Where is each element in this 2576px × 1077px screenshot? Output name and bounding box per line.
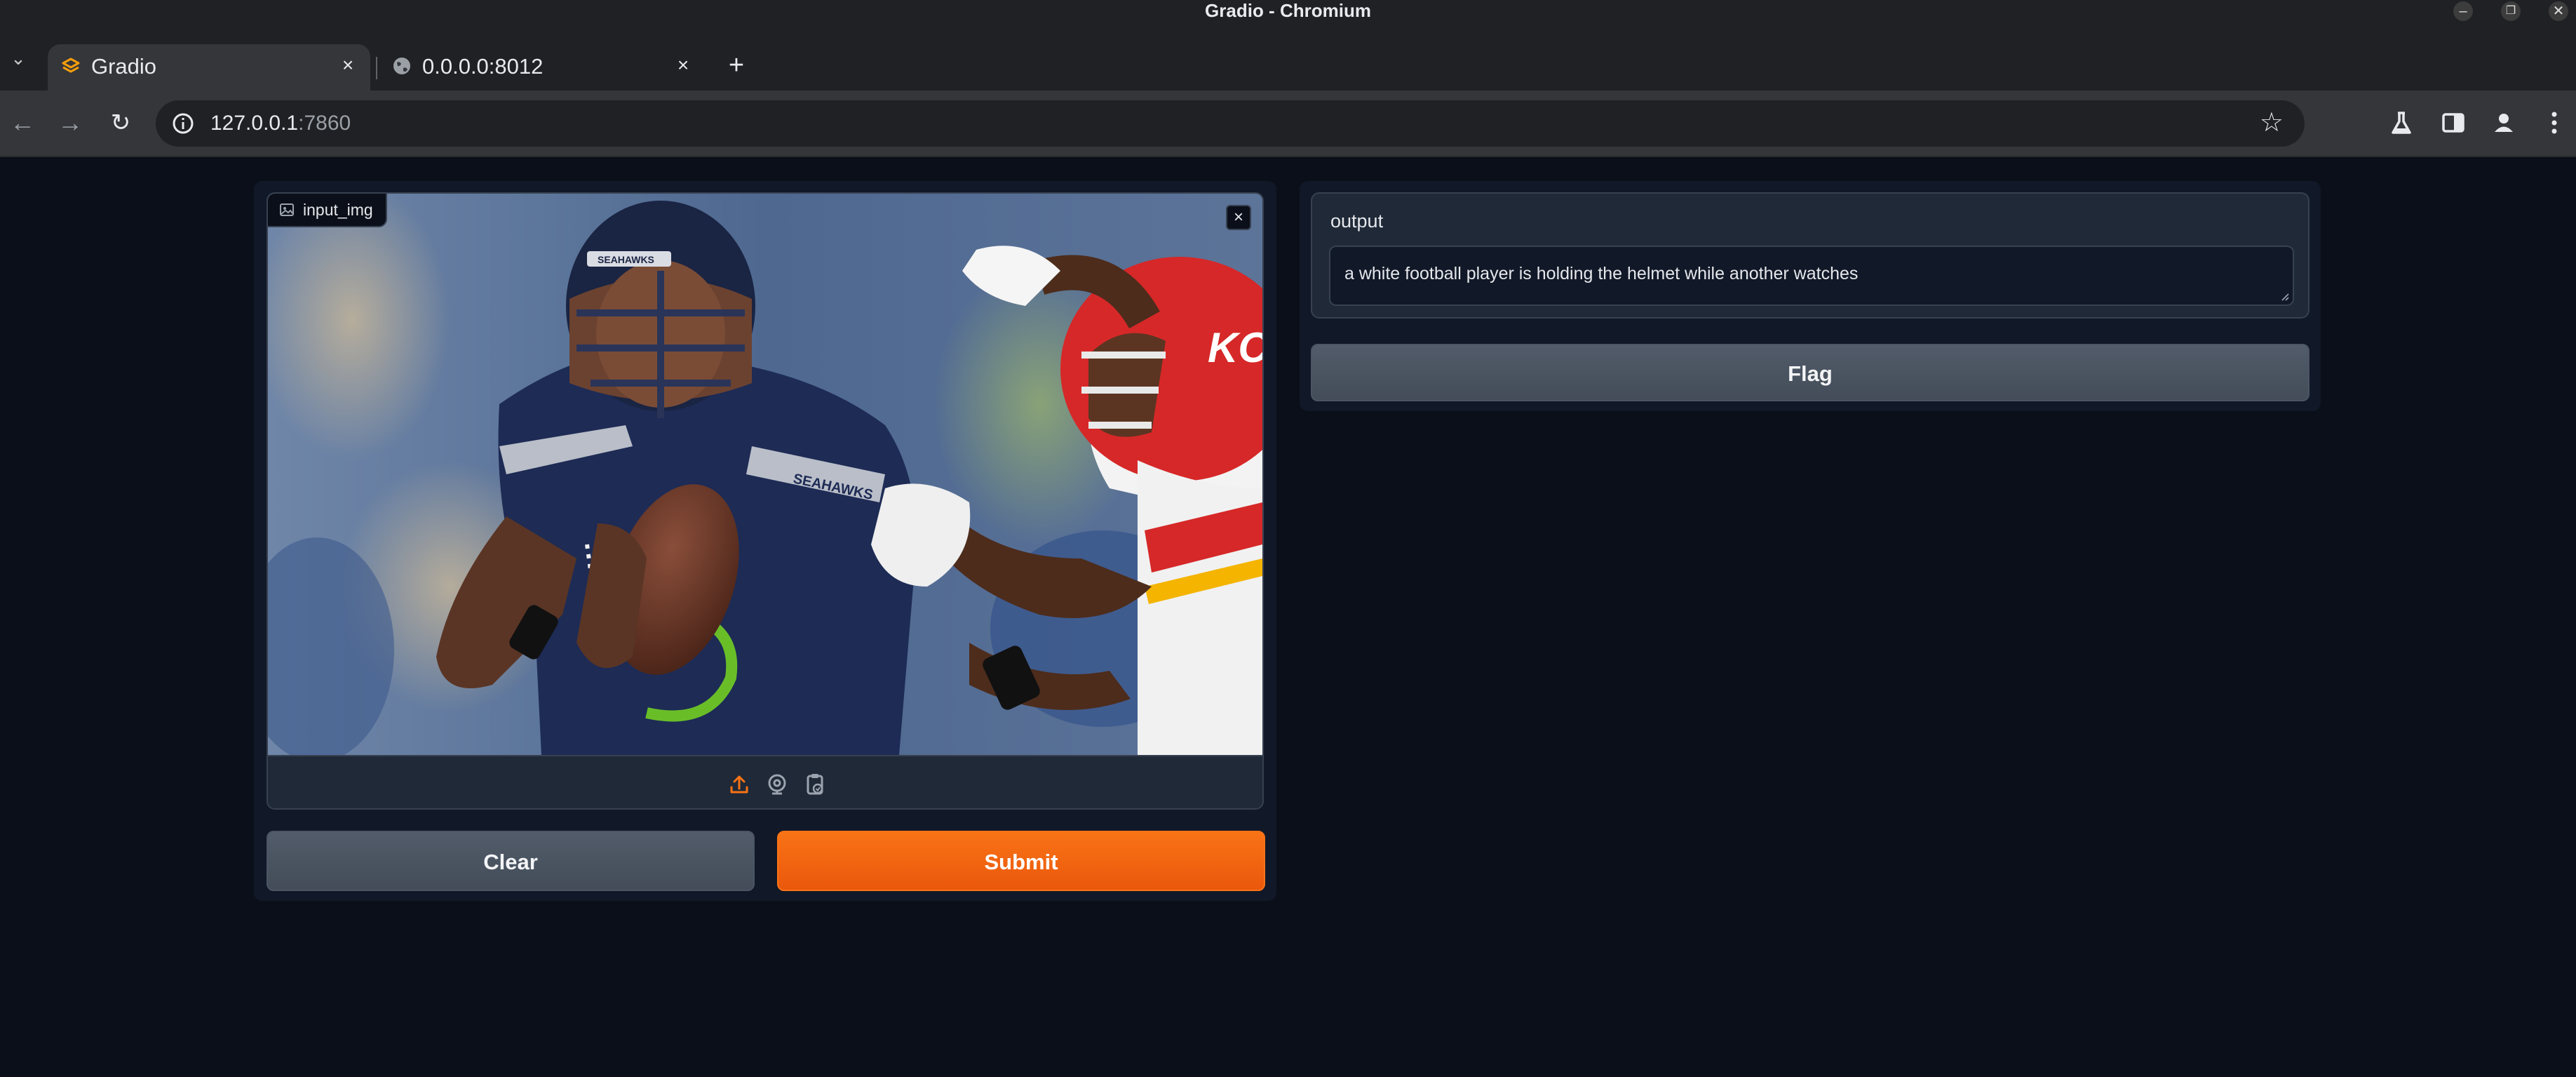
image-input-label-text: input_img	[303, 200, 373, 219]
browser-toolbar: ← → ↻ 127.0.0.1:7860 ☆	[0, 91, 2576, 157]
output-textbox-block: output a white football player is holdin…	[1311, 192, 2309, 319]
close-window-button[interactable]: ✕	[2549, 1, 2568, 21]
tab-close-icon[interactable]: ×	[672, 54, 694, 76]
forward-arrow-icon[interactable]: →	[53, 106, 87, 140]
clear-button[interactable]: Clear	[267, 831, 755, 891]
svg-text:KC: KC	[1208, 324, 1262, 371]
output-panel: output a white football player is holdin…	[1300, 181, 2321, 411]
image-input-block: SEAHAWKS SEAHAWKS KC	[267, 192, 1264, 810]
tab-strip: ⌄ Gradio × 0.0.0.0:8012 × +	[0, 23, 2576, 91]
address-bar[interactable]: 127.0.0.1:7860 ☆	[156, 100, 2305, 147]
image-input-label: input_img	[268, 194, 387, 227]
menu-dots-icon[interactable]	[2537, 106, 2571, 140]
webcam-icon[interactable]	[764, 772, 790, 797]
restore-button[interactable]: ❐	[2501, 1, 2521, 21]
url-host: 127.0.0.1	[210, 112, 299, 135]
submit-button[interactable]: Submit	[777, 831, 1265, 891]
back-arrow-icon[interactable]: ←	[6, 106, 39, 140]
output-label: output	[1330, 210, 1384, 232]
tab-gradio[interactable]: Gradio ×	[48, 44, 370, 91]
gradio-favicon-icon	[62, 58, 80, 73]
output-text: a white football player is holding the h…	[1344, 264, 1859, 283]
profile-icon[interactable]	[2487, 106, 2521, 140]
svg-text:SEAHAWKS: SEAHAWKS	[598, 254, 654, 265]
clipboard-icon[interactable]	[802, 772, 828, 797]
output-textbox[interactable]: a white football player is holding the h…	[1329, 246, 2294, 306]
side-panel-icon[interactable]	[2436, 106, 2470, 140]
flag-button[interactable]: Flag	[1311, 344, 2309, 401]
new-tab-button[interactable]: +	[722, 51, 750, 79]
image-source-bar	[268, 755, 1262, 808]
tab-search-chevron-icon[interactable]: ⌄	[4, 44, 32, 72]
tab-separator	[376, 57, 377, 79]
reload-icon[interactable]: ↻	[104, 106, 137, 140]
close-icon[interactable]: ×	[1226, 205, 1251, 230]
minimize-button[interactable]: –	[2453, 1, 2473, 21]
upload-icon[interactable]	[727, 772, 752, 797]
uploaded-image[interactable]: SEAHAWKS SEAHAWKS KC	[268, 194, 1262, 755]
tab-close-icon[interactable]: ×	[337, 54, 359, 76]
resize-grip-icon[interactable]	[2279, 290, 2290, 302]
input-panel: SEAHAWKS SEAHAWKS KC	[254, 181, 1276, 901]
url-port: :7860	[298, 112, 351, 135]
url-text[interactable]: 127.0.0.1:7860	[210, 112, 351, 135]
window-titlebar: Gradio - Chromium – ❐ ✕	[0, 0, 2576, 23]
image-icon	[280, 203, 294, 216]
tab-localhost-8012[interactable]: 0.0.0.0:8012 ×	[379, 44, 708, 91]
info-icon[interactable]	[171, 112, 195, 135]
bookmark-star-icon[interactable]: ☆	[2260, 107, 2284, 138]
window-title: Gradio - Chromium	[1205, 0, 1371, 21]
globe-icon	[393, 58, 410, 74]
tab-label: 0.0.0.0:8012	[422, 54, 544, 79]
labs-flask-icon[interactable]	[2385, 106, 2418, 140]
tab-label: Gradio	[91, 54, 157, 79]
